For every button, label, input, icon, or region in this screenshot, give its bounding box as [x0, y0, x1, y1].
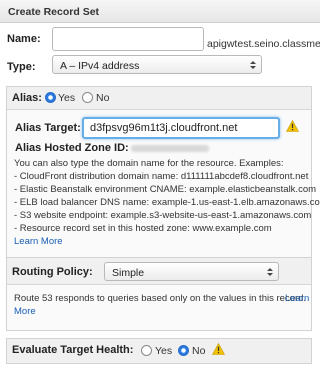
- health-no-label: No: [192, 345, 206, 357]
- health-yes-radio[interactable]: [141, 345, 152, 356]
- type-select[interactable]: A – IPv4 address: [52, 55, 262, 74]
- health-no-radio[interactable]: [178, 345, 189, 356]
- zone-suffix: apigwtest.seino.classmet: [207, 38, 320, 50]
- alias-example: - CloudFront distribution domain name: d…: [14, 171, 309, 182]
- routing-description: Route 53 responds to queries based only …: [14, 293, 307, 304]
- alias-example: - ELB load balancer DNS name: example-1.…: [14, 197, 320, 208]
- alias-target-input[interactable]: d3fpsvg96m1t3j.cloudfront.net: [82, 117, 280, 139]
- select-arrows-icon: [267, 268, 273, 276]
- routing-policy-label: Routing Policy:: [12, 266, 93, 278]
- dialog-title: Create Record Set: [8, 6, 100, 18]
- alias-example: - Elastic Beanstalk environment CNAME: e…: [14, 184, 317, 195]
- select-arrows-icon: [250, 61, 256, 69]
- health-yes-label: Yes: [155, 345, 173, 357]
- name-label: Name:: [7, 33, 41, 45]
- redacted-zone-id: [131, 145, 209, 152]
- warning-icon: [212, 343, 225, 355]
- alias-no-radio[interactable]: [82, 92, 93, 103]
- alias-learn-more-link[interactable]: Learn More: [14, 236, 63, 247]
- alias-hosted-zone-label: Alias Hosted Zone ID:: [15, 142, 129, 154]
- dialog-header: Create Record Set: [0, 0, 320, 23]
- alias-yes-radio[interactable]: [45, 92, 56, 103]
- routing-policy-select[interactable]: Simple: [104, 262, 279, 281]
- alias-yes-label: Yes: [58, 92, 76, 104]
- routing-learn-more-link[interactable]: Learn: [285, 293, 309, 304]
- routing-learn-more-link-cont[interactable]: More: [14, 306, 36, 317]
- alias-help-intro: You can also type the domain name for th…: [14, 158, 284, 169]
- alias-label: Alias:: [12, 92, 42, 104]
- type-label: Type:: [7, 61, 36, 73]
- evaluate-health-label: Evaluate Target Health:: [12, 344, 134, 356]
- routing-policy-value: Simple: [112, 267, 145, 279]
- name-input[interactable]: [52, 27, 204, 51]
- alias-target-value: d3fpsvg96m1t3j.cloudfront.net: [90, 122, 238, 134]
- alias-target-label: Alias Target:: [15, 122, 81, 134]
- alias-no-label: No: [96, 92, 110, 104]
- type-select-value: A – IPv4 address: [60, 60, 140, 72]
- alias-example: - Resource record set in this hosted zon…: [14, 223, 272, 234]
- alias-example: - S3 website endpoint: example.s3-websit…: [14, 210, 312, 221]
- warning-icon: [286, 120, 299, 132]
